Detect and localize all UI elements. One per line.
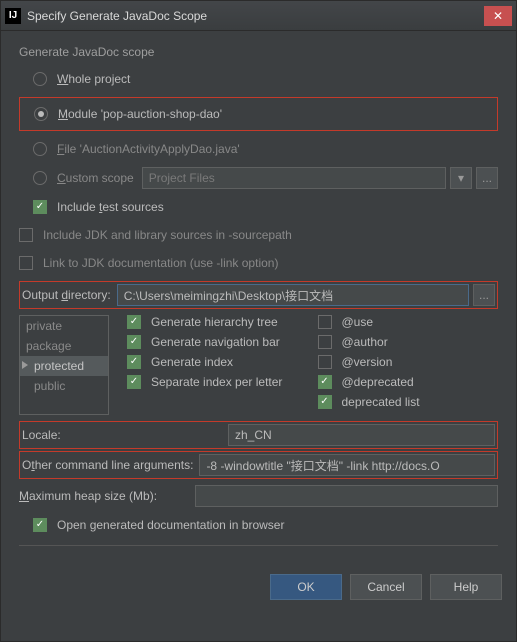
radio-icon: [33, 171, 47, 185]
radio-custom-scope[interactable]: Custom scope ▾ ...: [33, 167, 498, 189]
locale-label: Locale:: [22, 428, 82, 442]
gen-index[interactable]: Generate index: [127, 355, 308, 369]
checkbox-icon: [19, 228, 33, 242]
checkbox-icon: [318, 375, 332, 389]
custom-scope-select[interactable]: [142, 167, 446, 189]
radio-whole-project[interactable]: Whole project: [33, 69, 498, 89]
output-dir-input[interactable]: [117, 284, 469, 306]
app-icon: IJ: [5, 8, 21, 24]
checkbox-icon: [19, 256, 33, 270]
checkbox-icon: [318, 395, 332, 409]
checkbox-icon: [318, 335, 332, 349]
radio-icon: [33, 72, 47, 86]
radio-file[interactable]: File 'AuctionActivityApplyDao.java': [33, 139, 498, 159]
window-title: Specify Generate JavaDoc Scope: [27, 9, 484, 23]
checkbox-icon: [127, 355, 141, 369]
open-in-browser[interactable]: Open generated documentation in browser: [33, 515, 498, 535]
link-jdk-docs[interactable]: Link to JDK documentation (use -link opt…: [19, 253, 498, 273]
heap-input[interactable]: [195, 485, 498, 507]
visibility-private[interactable]: private: [20, 316, 108, 336]
title-bar: IJ Specify Generate JavaDoc Scope ✕: [1, 1, 516, 31]
include-test-sources[interactable]: Include test sources: [33, 197, 498, 217]
gen-hierarchy[interactable]: Generate hierarchy tree: [127, 315, 308, 329]
visibility-package[interactable]: package: [20, 336, 108, 356]
separator: [19, 545, 498, 546]
checkbox-icon: [33, 518, 47, 532]
help-button[interactable]: Help: [430, 574, 502, 600]
custom-scope-browse-button[interactable]: ...: [476, 167, 498, 189]
heap-label: Maximum heap size (Mb):: [19, 489, 157, 503]
checkbox-icon: [318, 355, 332, 369]
gen-deprecated-list[interactable]: deprecated list: [318, 395, 499, 409]
gen-deprecated[interactable]: @deprecated: [318, 375, 499, 389]
gen-use[interactable]: @use: [318, 315, 499, 329]
gen-author[interactable]: @author: [318, 335, 499, 349]
visibility-list[interactable]: private package protected public: [19, 315, 109, 415]
radio-icon: [34, 107, 48, 121]
gen-navigation[interactable]: Generate navigation bar: [127, 335, 308, 349]
output-dir-label: Output directory:: [22, 288, 111, 302]
radio-module[interactable]: Module 'pop-auction-shop-dao': [34, 104, 495, 124]
close-button[interactable]: ✕: [484, 6, 512, 26]
args-label: Other command line arguments:: [22, 458, 193, 472]
radio-icon: [33, 142, 47, 156]
checkbox-icon: [127, 375, 141, 389]
checkbox-icon: [318, 315, 332, 329]
output-dir-browse-button[interactable]: ...: [473, 284, 495, 306]
checkbox-icon: [33, 200, 47, 214]
checkbox-icon: [127, 315, 141, 329]
visibility-protected[interactable]: protected: [20, 356, 108, 376]
group-label: Generate JavaDoc scope: [19, 45, 498, 59]
gen-version[interactable]: @version: [318, 355, 499, 369]
checkbox-icon: [127, 335, 141, 349]
button-bar: OK Cancel Help: [1, 564, 516, 610]
include-jdk-sources[interactable]: Include JDK and library sources in -sour…: [19, 225, 498, 245]
args-input[interactable]: [199, 454, 495, 476]
visibility-public[interactable]: public: [20, 376, 108, 396]
gen-separate[interactable]: Separate index per letter: [127, 375, 308, 389]
ok-button[interactable]: OK: [270, 574, 342, 600]
custom-scope-dropdown-icon[interactable]: ▾: [450, 167, 472, 189]
cancel-button[interactable]: Cancel: [350, 574, 422, 600]
locale-input[interactable]: [228, 424, 495, 446]
